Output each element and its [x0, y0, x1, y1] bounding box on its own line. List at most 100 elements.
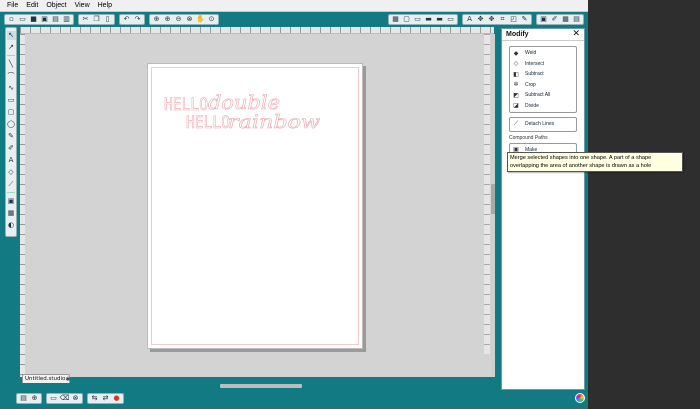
extra-icon[interactable]: ⇄: [101, 394, 110, 403]
intersect-button[interactable]: ◇ Intersect: [510, 59, 576, 70]
edit-points-icon[interactable]: ↗: [7, 43, 16, 52]
line-icon[interactable]: ╲: [7, 60, 16, 69]
zoom-fit-icon[interactable]: ⊗: [185, 15, 194, 24]
drawing-tools: ↖ ↗ ╲ ⌒ ∿ ▭ ▢ ◯ ✎ ✐ A ◇ ⟋ ▣ ▦ ◐: [5, 27, 17, 237]
rounded-rect-icon[interactable]: ▢: [7, 108, 16, 117]
pan-icon[interactable]: ✋: [196, 15, 205, 24]
design-store-icon[interactable]: ▤: [572, 15, 581, 24]
subtract-button[interactable]: ◧ Subtract: [510, 69, 576, 80]
cut-icon[interactable]: ✂: [81, 15, 90, 24]
horizontal-scrollbar[interactable]: [220, 384, 302, 388]
zoom-out-icon[interactable]: ⊖: [174, 15, 183, 24]
freehand-icon[interactable]: ✎: [7, 132, 16, 141]
group-icon[interactable]: ▦: [7, 209, 16, 218]
nav-icon[interactable]: ▭: [49, 394, 58, 403]
paste-icon[interactable]: ▯: [103, 15, 112, 24]
panel-title: Modify: [506, 31, 529, 38]
zoom-tools: ⊕ ⊕ ⊖ ⊗ ✋ ⊙: [149, 14, 219, 25]
vertical-scroll-thumb[interactable]: [491, 184, 495, 214]
send-icon[interactable]: ⇆: [90, 394, 99, 403]
close-tab-icon[interactable]: ✱: [65, 376, 70, 383]
select-tool-icon[interactable]: ↖: [6, 30, 16, 40]
compound-paths-heading: Compound Paths: [509, 134, 548, 141]
main-toolbar: ▫ ▭ ■ ▣ ▤ ▥ ✂ ❐ ▯ ↶ ↷ ⊕ ⊕ ⊖ ⊗ ✋ ⊙ ▦ ▢ ▭ …: [0, 12, 588, 27]
menu-edit[interactable]: Edit: [22, 2, 42, 9]
layers-icon[interactable]: ▤: [19, 394, 28, 403]
line-color-icon[interactable]: ▬: [435, 15, 444, 24]
settings-icon[interactable]: ⌫: [60, 394, 70, 403]
crop-icon: ✲: [513, 82, 519, 89]
modify-icon[interactable]: ⌗: [498, 15, 507, 24]
ellipse-icon[interactable]: ◯: [7, 120, 16, 129]
subtract-icon: ◧: [513, 71, 519, 78]
weld-label: Weld: [525, 50, 537, 57]
new-icon[interactable]: ▫: [7, 15, 16, 24]
eraser-icon[interactable]: ◇: [7, 168, 16, 177]
menu-view[interactable]: View: [71, 2, 94, 9]
detach-lines-icon: ⟋: [513, 120, 519, 127]
store-icon[interactable]: ✐: [550, 15, 559, 24]
polygon-icon[interactable]: ⌒: [7, 72, 16, 81]
transform-icon[interactable]: ✥: [476, 15, 485, 24]
artwork-hello-2[interactable]: HELLO: [186, 113, 231, 134]
text-icon[interactable]: A: [7, 156, 16, 165]
trace-icon[interactable]: ✎: [520, 15, 529, 24]
weld-tooltip: Merge selected shapes into one shape. A …: [507, 152, 683, 172]
undo-icon[interactable]: ↶: [122, 15, 131, 24]
print-icon[interactable]: ▥: [62, 15, 71, 24]
save-icon[interactable]: ■: [29, 15, 38, 24]
fill-icon[interactable]: ▬: [424, 15, 433, 24]
open-icon[interactable]: ▭: [18, 15, 27, 24]
hello-artwork[interactable]: HELLO double HELLO rainbow: [164, 88, 324, 134]
color-icon[interactable]: ●: [112, 394, 121, 403]
clipboard-tools: ✂ ❐ ▯: [78, 14, 115, 25]
weld-button[interactable]: ◆ Weld: [510, 48, 576, 59]
zoom-page-icon[interactable]: ⊙: [207, 15, 216, 24]
replicate-icon[interactable]: ✥: [487, 15, 496, 24]
select-icon[interactable]: ⊕: [152, 15, 161, 24]
send-tools: ▣ ✐ ▦ ▤: [536, 14, 584, 25]
save-as-icon[interactable]: ▣: [40, 15, 49, 24]
cut-settings-icon[interactable]: ⊗: [71, 394, 80, 403]
smooth-freehand-icon[interactable]: ✐: [7, 144, 16, 153]
artwork-hello-1[interactable]: HELLO: [164, 95, 208, 116]
redo-icon[interactable]: ↷: [133, 15, 142, 24]
close-icon[interactable]: ✕: [572, 30, 580, 39]
text-style-icon[interactable]: A: [465, 15, 474, 24]
crop-label: Crop: [525, 81, 536, 88]
vertical-scrollbar[interactable]: [491, 34, 495, 377]
fill-tool-icon[interactable]: ◐: [7, 221, 16, 230]
divide-button[interactable]: ◪ Divide: [510, 101, 576, 112]
subtract-all-label: Subtract All: [525, 92, 551, 99]
grid-icon[interactable]: ▦: [391, 15, 400, 24]
intersect-icon: ◇: [513, 61, 519, 68]
document-tab[interactable]: Untitled.studio ✱: [22, 374, 70, 383]
crop-button[interactable]: ✲ Crop: [510, 80, 576, 91]
panel-header: Modify ✕: [502, 29, 584, 41]
document-tab-label: Untitled.studio: [25, 376, 66, 382]
menu-file[interactable]: File: [3, 2, 22, 9]
detach-lines-button[interactable]: ⟋ Detach Lines: [510, 119, 576, 130]
design-tools: A ✥ ✥ ⌗ ◰ ✎: [462, 14, 532, 25]
library-icon[interactable]: ▤: [51, 15, 60, 24]
zoom-icon[interactable]: ⊕: [30, 394, 39, 403]
silhouette-logo-icon[interactable]: [575, 393, 585, 403]
modify-panel: Modify ✕ ◆ Weld ◇ Intersect ◧ Subtract ✲…: [501, 28, 585, 390]
offset-icon[interactable]: ◰: [509, 15, 518, 24]
rectangle-icon[interactable]: ▭: [7, 96, 16, 105]
line-style-icon[interactable]: ▭: [446, 15, 455, 24]
copy-icon[interactable]: ❐: [92, 15, 101, 24]
zoom-in-icon[interactable]: ⊕: [163, 15, 172, 24]
knife-icon[interactable]: ⟋: [7, 180, 16, 189]
send-icon[interactable]: ▣: [539, 15, 548, 24]
page-setup-icon[interactable]: ▢: [402, 15, 411, 24]
page-icon[interactable]: ▭: [413, 15, 422, 24]
zoom-tool-icon[interactable]: ▣: [7, 197, 16, 206]
subtract-all-button[interactable]: ◩ Subtract All: [510, 90, 576, 101]
menu-object[interactable]: Object: [42, 2, 70, 9]
library-panel-icon[interactable]: ▦: [561, 15, 570, 24]
curve-icon[interactable]: ∿: [7, 84, 16, 93]
file-tools: ▫ ▭ ■ ▣ ▤ ▥: [4, 14, 74, 25]
menu-help[interactable]: Help: [94, 2, 116, 9]
artwork-rainbow[interactable]: rainbow: [228, 111, 321, 134]
